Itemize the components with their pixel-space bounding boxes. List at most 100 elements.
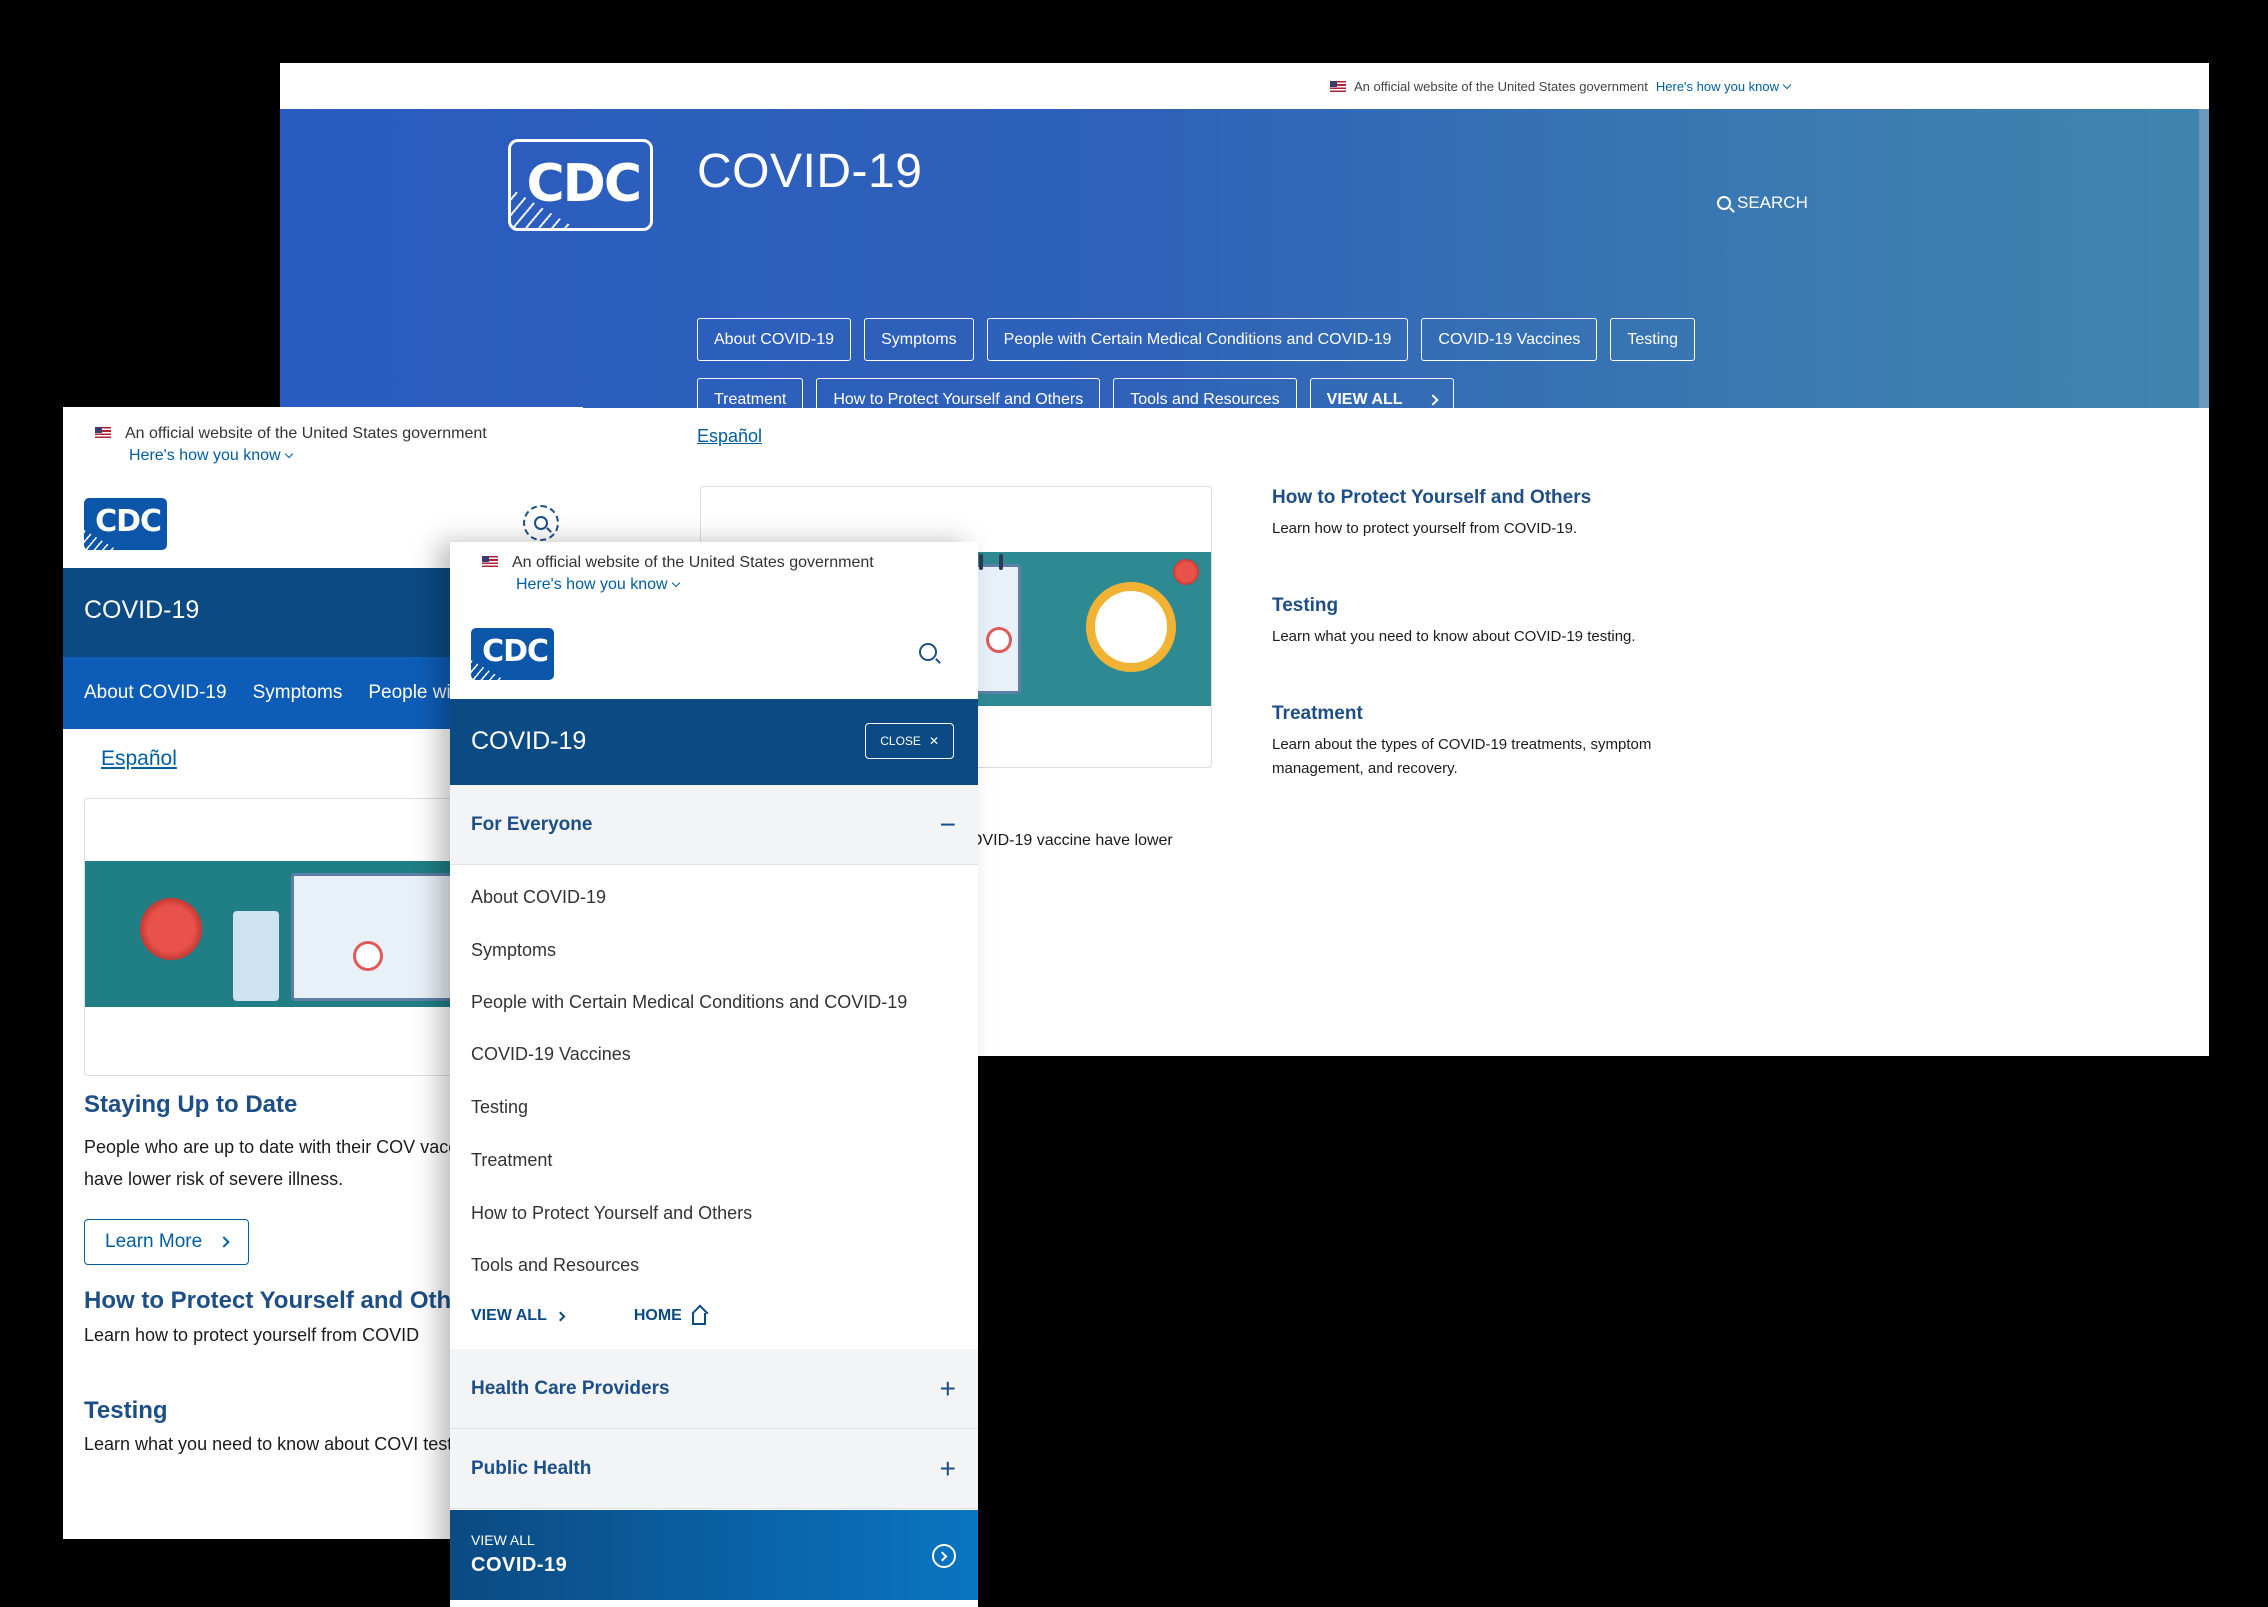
nav-treatment[interactable]: Treatment — [697, 378, 804, 421]
plus-icon: + — [939, 1452, 956, 1484]
nav-symptoms[interactable]: Symptoms — [864, 318, 974, 361]
site-title: COVID-19 — [471, 727, 587, 755]
nav-row-1: About COVID-19 Symptoms People with Cert… — [697, 318, 1696, 361]
espanol-link[interactable]: Español — [101, 747, 177, 771]
subnav-people[interactable]: People wi — [368, 682, 450, 704]
cdc-logo[interactable]: CDC — [471, 628, 554, 680]
side-link-title[interactable]: Testing — [1272, 595, 1702, 617]
accordion-label: Public Health — [471, 1457, 592, 1479]
search-button[interactable]: SEARCH — [1717, 193, 1808, 213]
scrollbar[interactable] — [2199, 109, 2209, 408]
menu-item-about[interactable]: About COVID-19 — [471, 887, 606, 908]
menu-item-symptoms[interactable]: Symptoms — [471, 940, 556, 961]
gov-banner: An official website of the United States… — [95, 423, 487, 467]
gov-banner: An official website of the United States… — [280, 63, 2209, 109]
learn-more-button[interactable]: Learn More — [84, 1219, 250, 1265]
menu-item-tools[interactable]: Tools and Resources — [471, 1255, 639, 1276]
menu-item-medical-conditions[interactable]: People with Certain Medical Conditions a… — [471, 992, 907, 1013]
mobile-window-menu: An official website of the United States… — [450, 542, 978, 1607]
chevron-down-icon — [1782, 80, 1792, 89]
gov-banner-text: An official website of the United States… — [125, 425, 487, 442]
header-hero: CDC COVID-19 SEARCH About COVID-19 Sympt… — [280, 109, 2209, 421]
nav-testing[interactable]: Testing — [1610, 318, 1696, 361]
protect-text: Learn how to protect yourself from COVID — [84, 1325, 420, 1345]
menu-item-treatment[interactable]: Treatment — [471, 1150, 552, 1171]
heart-icon — [986, 627, 1012, 653]
alarm-clock-icon — [1086, 582, 1176, 672]
cdc-logo[interactable]: CDC — [84, 498, 167, 550]
side-link-title[interactable]: Treatment — [1272, 703, 1702, 725]
nav-vaccines[interactable]: COVID-19 Vaccines — [1421, 318, 1598, 361]
us-flag-icon — [1330, 80, 1346, 92]
search-icon — [1717, 196, 1731, 210]
side-link-desc: Learn how to protect yourself from COVID… — [1272, 520, 1578, 537]
chevron-right-icon — [555, 1311, 566, 1321]
virus-icon — [1171, 557, 1201, 587]
side-link-desc: Learn about the types of COVID-19 treatm… — [1272, 736, 1652, 777]
nav-medical-conditions[interactable]: People with Certain Medical Conditions a… — [986, 318, 1409, 361]
menu-item-vaccines[interactable]: COVID-19 Vaccines — [471, 1044, 631, 1065]
espanol-link[interactable]: Español — [697, 426, 762, 447]
arrow-circle-icon — [932, 1544, 956, 1568]
heres-how-you-know-link[interactable]: Here's how you know — [482, 574, 874, 596]
cdc-logo[interactable]: CDC — [508, 139, 653, 231]
staying-up-to-date-title[interactable]: Staying Up to Date — [84, 1091, 297, 1119]
close-menu-button[interactable]: CLOSE ✕ — [865, 723, 954, 759]
accordion-health-care-providers[interactable]: Health Care Providers + — [450, 1349, 978, 1429]
testing-title[interactable]: Testing — [84, 1397, 168, 1425]
site-title: COVID-19 — [84, 596, 200, 624]
vaccine-vial-icon — [233, 911, 279, 1001]
close-icon: ✕ — [928, 734, 939, 748]
side-link-testing: Testing Learn what you need to know abou… — [1272, 595, 1702, 649]
banner-small-label: VIEW ALL — [471, 1532, 535, 1548]
gov-banner-text: An official website of the United States… — [1354, 78, 1648, 94]
subnav-symptoms[interactable]: Symptoms — [253, 682, 343, 704]
testing-text: Learn what you need to know about COVI t… — [84, 1434, 482, 1454]
side-link-desc: Learn what you need to know about COVID-… — [1272, 628, 1636, 645]
heart-icon — [353, 941, 383, 971]
plus-icon: + — [939, 1372, 956, 1404]
protect-title[interactable]: How to Protect Yourself and Othe — [84, 1287, 464, 1315]
side-link-protect: How to Protect Yourself and Others Learn… — [1272, 487, 1702, 541]
gov-banner: An official website of the United States… — [482, 552, 874, 596]
menu-item-protect[interactable]: How to Protect Yourself and Others — [471, 1203, 752, 1224]
menu-item-testing[interactable]: Testing — [471, 1097, 528, 1118]
home-link[interactable]: HOME — [634, 1307, 706, 1325]
nav-about-covid[interactable]: About COVID-19 — [697, 318, 852, 361]
accordion-label: Health Care Providers — [471, 1377, 670, 1399]
search-button[interactable] — [919, 643, 937, 666]
nav-tools[interactable]: Tools and Resources — [1113, 378, 1297, 421]
search-button[interactable] — [523, 505, 559, 541]
subnav-about[interactable]: About COVID-19 — [84, 682, 227, 704]
menu-footer-links: VIEW ALL HOME — [471, 1307, 706, 1325]
page-title: COVID-19 — [697, 145, 923, 198]
search-label: SEARCH — [1737, 193, 1808, 212]
search-icon — [919, 643, 937, 661]
site-title-bar: COVID-19 CLOSE ✕ — [450, 699, 978, 785]
accordion-label: For Everyone — [471, 813, 593, 835]
heres-how-you-know-link[interactable]: Here's how you know — [1656, 79, 1792, 94]
nav-protect[interactable]: How to Protect Yourself and Others — [816, 378, 1101, 421]
calendar-icon — [291, 873, 461, 1001]
home-icon — [691, 1313, 706, 1325]
virus-icon — [135, 893, 207, 965]
accordion-for-everyone[interactable]: For Everyone − — [450, 785, 978, 865]
view-all-covid-banner[interactable]: VIEW ALL COVID-19 — [450, 1510, 978, 1600]
accordion-public-health[interactable]: Public Health + — [450, 1429, 978, 1509]
us-flag-icon — [482, 556, 498, 567]
heres-how-you-know-link[interactable]: Here's how you know — [95, 445, 487, 467]
chevron-down-icon — [284, 449, 293, 459]
card-snippet: OVID-19 vaccine have lower — [970, 832, 1173, 849]
us-flag-icon — [95, 427, 111, 438]
gov-banner-text: An official website of the United States… — [512, 554, 874, 571]
nav-view-all[interactable]: VIEW ALL — [1309, 378, 1454, 421]
banner-big-label: COVID-19 — [471, 1554, 568, 1576]
side-link-title[interactable]: How to Protect Yourself and Others — [1272, 487, 1702, 509]
nav-row-2: Treatment How to Protect Yourself and Ot… — [697, 378, 1454, 421]
chevron-right-icon — [218, 1236, 230, 1248]
search-icon — [534, 516, 548, 530]
view-all-link[interactable]: VIEW ALL — [471, 1307, 566, 1325]
minus-icon: − — [939, 808, 956, 840]
staying-up-to-date-text: People who are up to date with their COV… — [84, 1137, 482, 1189]
chevron-right-icon — [1426, 393, 1439, 406]
